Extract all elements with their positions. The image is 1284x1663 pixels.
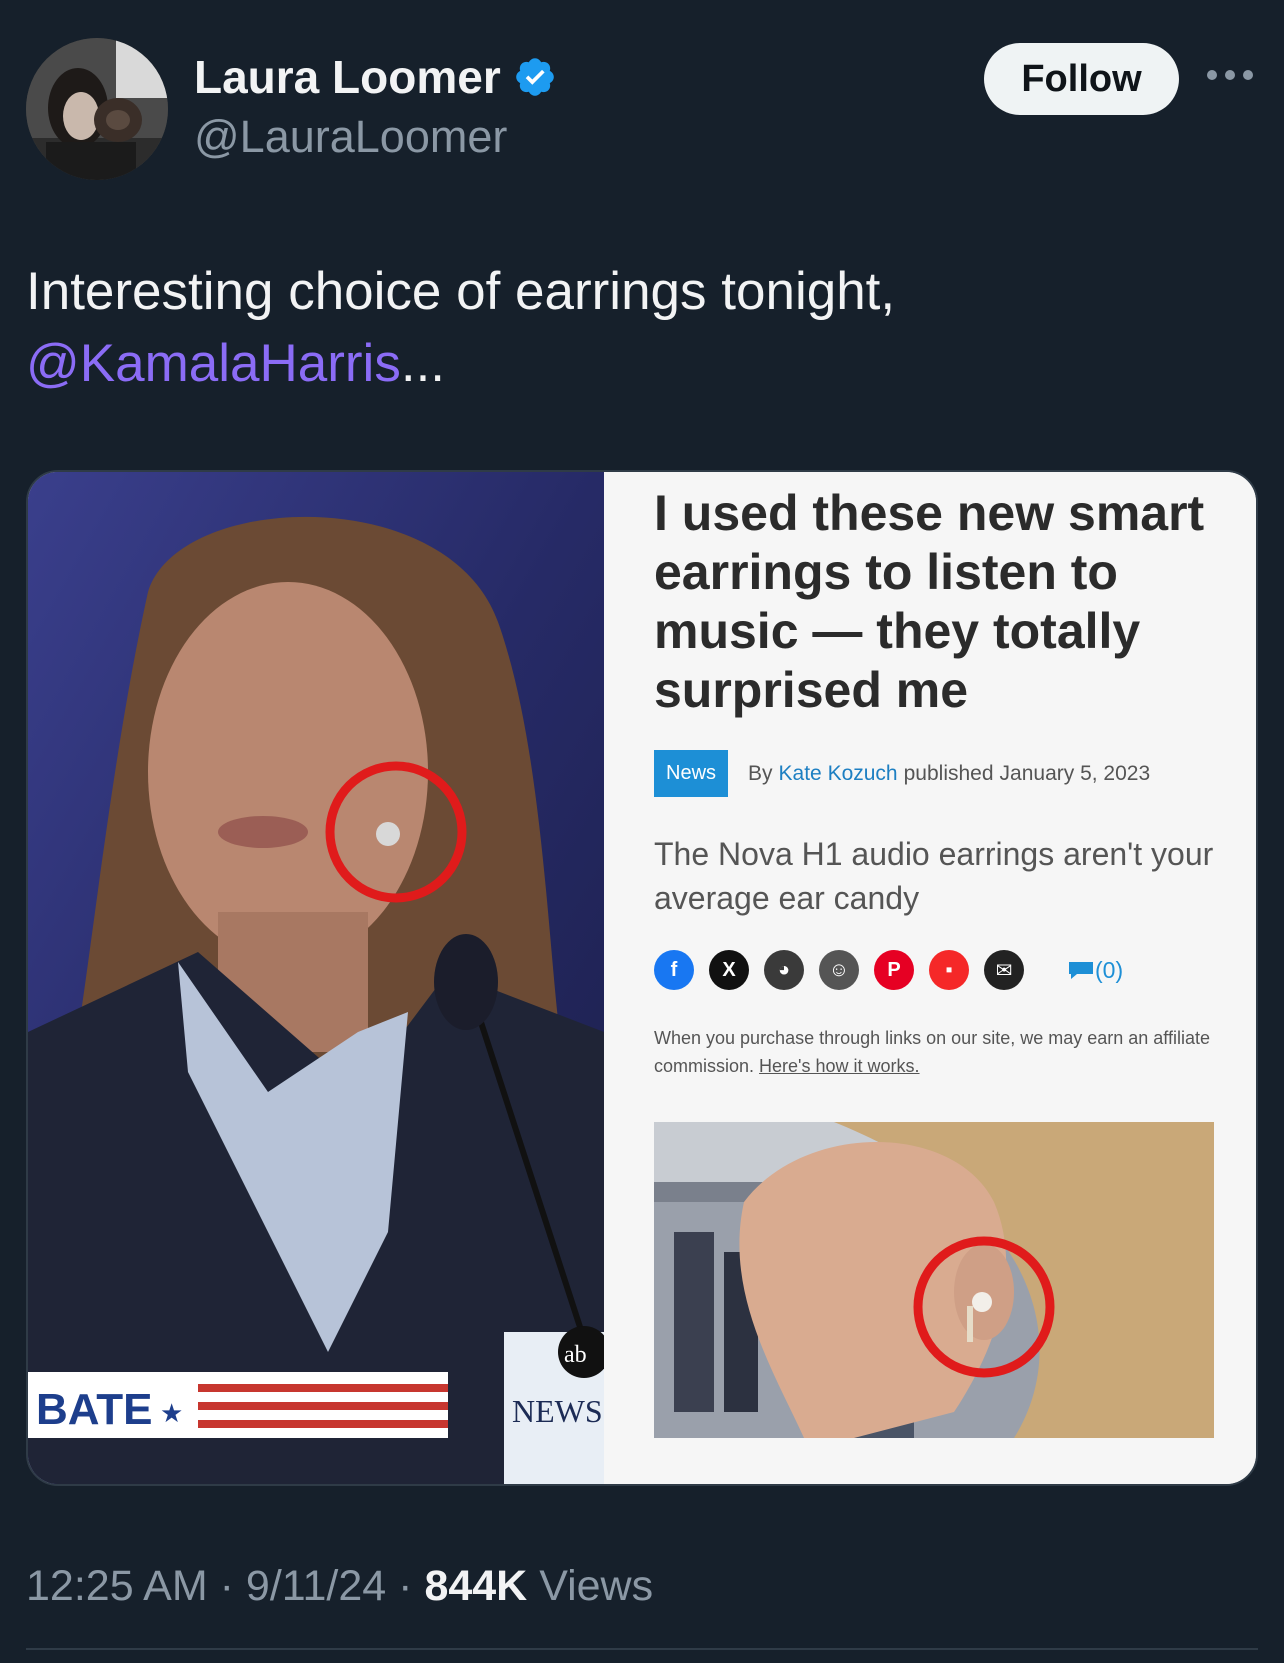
divider — [26, 1648, 1258, 1650]
mention-link[interactable]: @KamalaHarris — [26, 334, 401, 393]
tweet-text-line: Interesting choice of earrings tonight, — [26, 262, 896, 321]
meta-separator: · — [398, 1562, 413, 1610]
views-label[interactable]: Views — [539, 1562, 653, 1610]
user-handle[interactable]: @LauraLoomer — [194, 108, 557, 166]
comment-bubble-icon — [1069, 962, 1093, 979]
debate-photo: ab NEWS BATE ★ — [28, 472, 604, 1484]
views-count[interactable]: 844K — [424, 1562, 527, 1610]
by-label: By — [748, 761, 773, 785]
meta-separator: · — [219, 1562, 234, 1610]
flipboard-icon: ▪ — [929, 950, 969, 990]
comments-link: (0) — [1067, 957, 1123, 984]
tweet-date[interactable]: 9/11/24 — [246, 1562, 386, 1610]
whatsapp-icon: ◕ — [764, 950, 804, 990]
banner-star-icon: ★ — [160, 1399, 183, 1429]
x-icon: X — [709, 950, 749, 990]
more-options-icon[interactable] — [1204, 60, 1256, 90]
tweet-meta: 12:25 AM · 9/11/24 · 844K Views — [26, 1558, 653, 1614]
article-headline: I used these new smart earrings to liste… — [654, 485, 1205, 718]
tweet-text: Interesting choice of earrings tonight, … — [26, 256, 1246, 400]
comments-count: (0) — [1095, 956, 1124, 983]
name-block: Laura Loomer @LauraLoomer — [194, 50, 557, 166]
article-photo — [654, 1122, 1214, 1438]
published-date: January 5, 2023 — [999, 761, 1151, 785]
verified-badge-icon — [515, 58, 554, 96]
network-text: NEWS — [512, 1393, 603, 1429]
article-subhead: The Nova H1 audio earrings aren't your a… — [654, 836, 1214, 916]
share-row: f X ◕ ☺ P ▪ ✉ (0) — [654, 950, 1123, 990]
article-screenshot: I used these new smart earrings to liste… — [604, 472, 1256, 1484]
debate-banner-text: BATE — [36, 1385, 153, 1434]
follow-button[interactable]: Follow — [984, 43, 1179, 115]
tweet-time[interactable]: 12:25 AM — [26, 1562, 208, 1610]
display-name[interactable]: Laura Loomer — [194, 50, 557, 104]
tweet-ellipsis: ... — [400, 334, 446, 393]
display-name-text[interactable]: Laura Loomer — [194, 50, 501, 104]
facebook-icon: f — [654, 950, 694, 990]
tweet-header: Laura Loomer @LauraLoomer Follow — [26, 38, 1258, 180]
article-meta: News By Kate Kozuch published January 5,… — [654, 750, 1150, 797]
published-label: published — [903, 761, 994, 785]
reddit-icon: ☺ — [819, 950, 859, 990]
pinterest-icon: P — [874, 950, 914, 990]
news-tag: News — [654, 750, 729, 797]
disclaimer-text: When you purchase through links on our s… — [654, 1028, 1210, 1076]
tweet-media[interactable]: ab NEWS BATE ★ I used these new smart ea… — [26, 470, 1258, 1486]
disclaimer-link: Here's how it works. — [759, 1056, 920, 1076]
network-logo: ab — [564, 1342, 587, 1368]
affiliate-disclaimer: When you purchase through links on our s… — [654, 1024, 1214, 1080]
email-icon: ✉ — [984, 950, 1024, 990]
author-name: Kate Kozuch — [778, 761, 898, 785]
avatar[interactable] — [26, 38, 168, 180]
